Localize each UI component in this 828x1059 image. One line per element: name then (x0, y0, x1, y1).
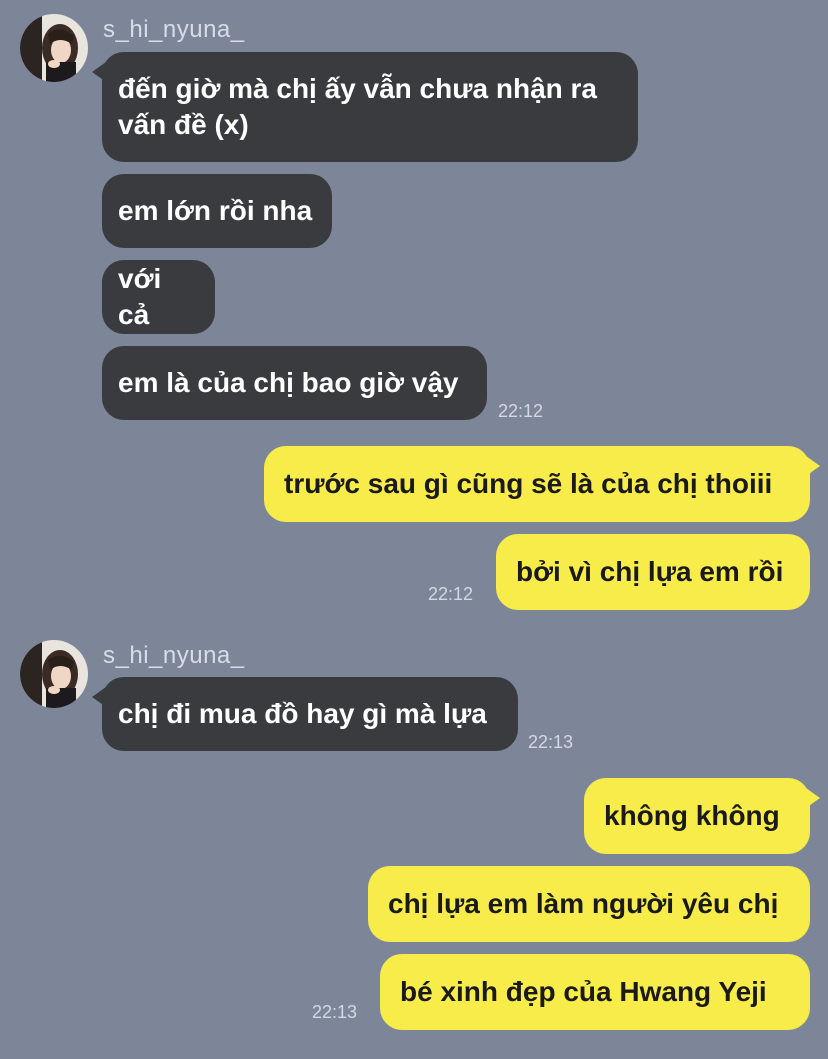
outgoing-message[interactable]: bé xinh đẹp của Hwang Yeji (380, 954, 810, 1030)
incoming-message[interactable]: với cả (102, 260, 215, 334)
sender-name: s_hi_nyuna_ (103, 16, 245, 43)
avatar-photo-icon (20, 14, 88, 82)
outgoing-message[interactable]: trước sau gì cũng sẽ là của chị thoiii (264, 446, 820, 522)
message-timestamp: 22:12 (428, 584, 474, 604)
incoming-message[interactable]: đến giờ mà chị ấy vẫn chưa nhận ra vấn đ… (92, 52, 638, 162)
outgoing-message[interactable]: chị lựa em làm người yêu chị (368, 866, 810, 942)
message-timestamp: 22:13 (528, 732, 574, 752)
outgoing-message[interactable]: không không (584, 778, 820, 854)
incoming-message[interactable]: em lớn rồi nha (102, 174, 332, 248)
message-timestamp: 22:12 (498, 401, 544, 421)
avatar-photo-icon (20, 640, 88, 708)
incoming-message[interactable]: chị đi mua đồ hay gì mà lựa (92, 677, 518, 751)
chat-view[interactable]: s_hi_nyuna_ đến giờ mà chị ấy vẫn chưa n… (0, 0, 828, 1059)
sender-avatar[interactable] (20, 640, 88, 708)
message-timestamp: 22:13 (312, 1002, 358, 1022)
outgoing-message[interactable]: bởi vì chị lựa em rồi (496, 534, 810, 610)
sender-avatar[interactable] (20, 14, 88, 82)
incoming-message[interactable]: em là của chị bao giờ vậy (102, 346, 487, 420)
sender-name: s_hi_nyuna_ (103, 642, 245, 669)
